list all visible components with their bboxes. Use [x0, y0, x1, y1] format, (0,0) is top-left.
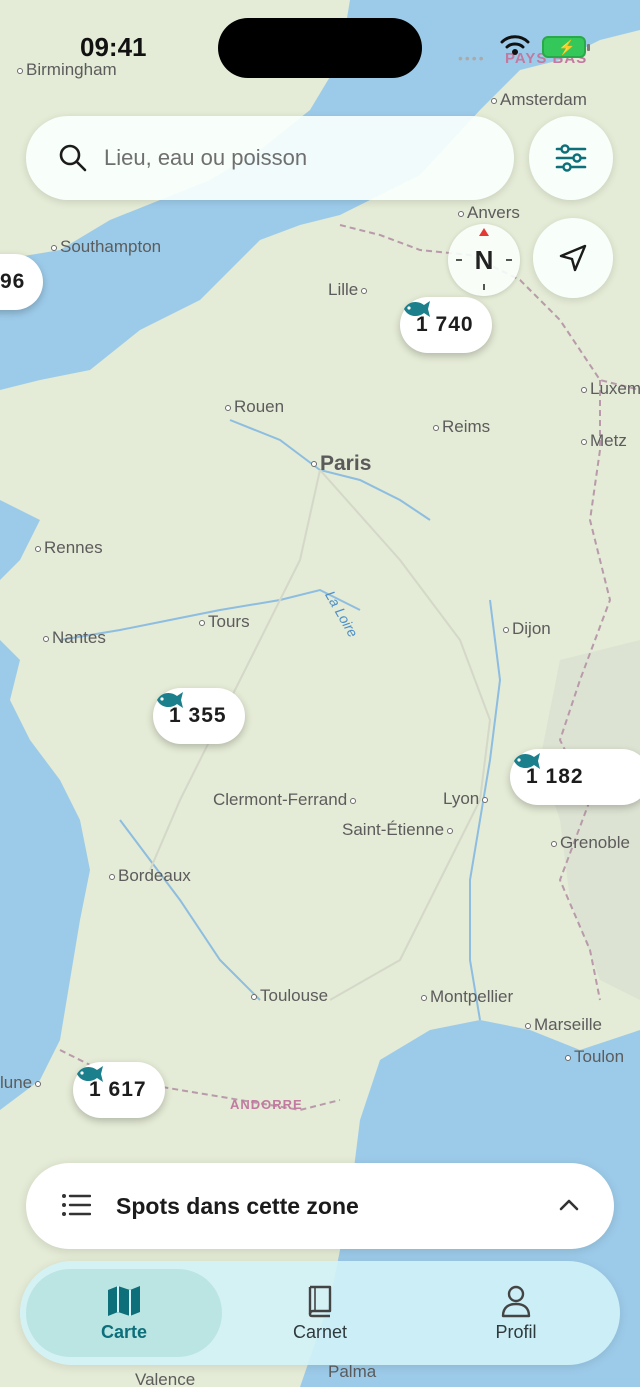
book-icon: [308, 1285, 332, 1317]
search-icon: [59, 144, 87, 172]
spot-cluster-marker[interactable]: 1 182: [510, 749, 640, 805]
city-dijon: Dijon: [500, 619, 551, 639]
city-saint-etienne: Saint-Étienne: [342, 820, 456, 840]
compass-north-pointer: [479, 228, 489, 236]
city-tours: Tours: [196, 612, 250, 632]
city-valence: Valence: [135, 1370, 196, 1387]
chevron-up-icon: [559, 1199, 579, 1211]
wifi-icon: [500, 35, 530, 55]
city-reims: Reims: [430, 417, 490, 437]
city-toulouse: Toulouse: [248, 986, 328, 1006]
city-southampton: Southampton: [48, 237, 161, 257]
spot-cluster-marker[interactable]: 1 740: [400, 297, 492, 353]
status-time: 09:41: [80, 32, 147, 62]
spot-cluster-marker[interactable]: 1 355: [153, 688, 245, 744]
city-metz: Metz: [578, 431, 627, 451]
country-label-andorre: ANDORRE: [230, 1097, 303, 1112]
filter-button[interactable]: [529, 116, 613, 200]
search-bar[interactable]: [26, 116, 514, 200]
tab-label: Carnet: [292, 1321, 348, 1342]
city-paris: Paris: [308, 453, 371, 474]
list-icon: [62, 1194, 91, 1216]
city-bordeaux: Bordeaux: [106, 866, 191, 886]
city-pamplona: lune: [0, 1073, 44, 1093]
fish-icon: [404, 301, 430, 317]
city-grenoble: Grenoble: [548, 833, 630, 853]
city-nantes: Nantes: [40, 628, 106, 648]
dynamic-island: [218, 18, 422, 78]
spots-sheet-handle[interactable]: Spots dans cette zone: [26, 1163, 614, 1249]
tab-carnet[interactable]: Carnet: [222, 1269, 418, 1357]
location-arrow-icon: [559, 244, 587, 272]
tab-profil[interactable]: Profil: [418, 1269, 614, 1357]
city-luxembourg: Luxem: [578, 379, 640, 399]
tab-label: Profil: [495, 1321, 537, 1342]
spot-cluster-marker[interactable]: 1 617: [73, 1062, 165, 1118]
city-birmingham: Birmingham: [14, 60, 117, 80]
tab-label: Carte: [100, 1321, 148, 1342]
city-amsterdam: Amsterdam: [488, 90, 587, 110]
battery-icon: ⚡: [542, 36, 590, 58]
city-rennes: Rennes: [32, 538, 103, 558]
fish-icon: [77, 1066, 103, 1082]
city-lille: Lille: [328, 280, 370, 300]
compass-button[interactable]: N: [448, 224, 520, 296]
tab-bar: Carte Carnet Profil: [20, 1261, 620, 1365]
city-lyon: Lyon: [443, 789, 491, 809]
cellular-signal-icon: ••••: [458, 50, 486, 66]
compass-n-label: N: [474, 244, 494, 275]
map-icon: [108, 1285, 140, 1316]
fish-icon: [514, 753, 540, 769]
cluster-count: 96: [0, 270, 26, 293]
tab-carte[interactable]: Carte: [26, 1269, 222, 1357]
person-icon: [501, 1285, 531, 1317]
city-clermont-ferrand: Clermont-Ferrand: [213, 790, 359, 810]
city-rouen: Rouen: [222, 397, 284, 417]
sheet-title: Spots dans cette zone: [116, 1193, 359, 1219]
fish-icon: [157, 692, 183, 708]
search-input[interactable]: [104, 136, 494, 180]
locate-me-button[interactable]: [533, 218, 613, 298]
sliders-icon: [555, 144, 587, 172]
city-palma: Palma: [328, 1362, 377, 1381]
city-montpellier: Montpellier: [418, 987, 513, 1007]
city-marseille: Marseille: [522, 1015, 602, 1035]
city-toulon: Toulon: [562, 1047, 624, 1067]
city-anvers: Anvers: [455, 203, 520, 223]
